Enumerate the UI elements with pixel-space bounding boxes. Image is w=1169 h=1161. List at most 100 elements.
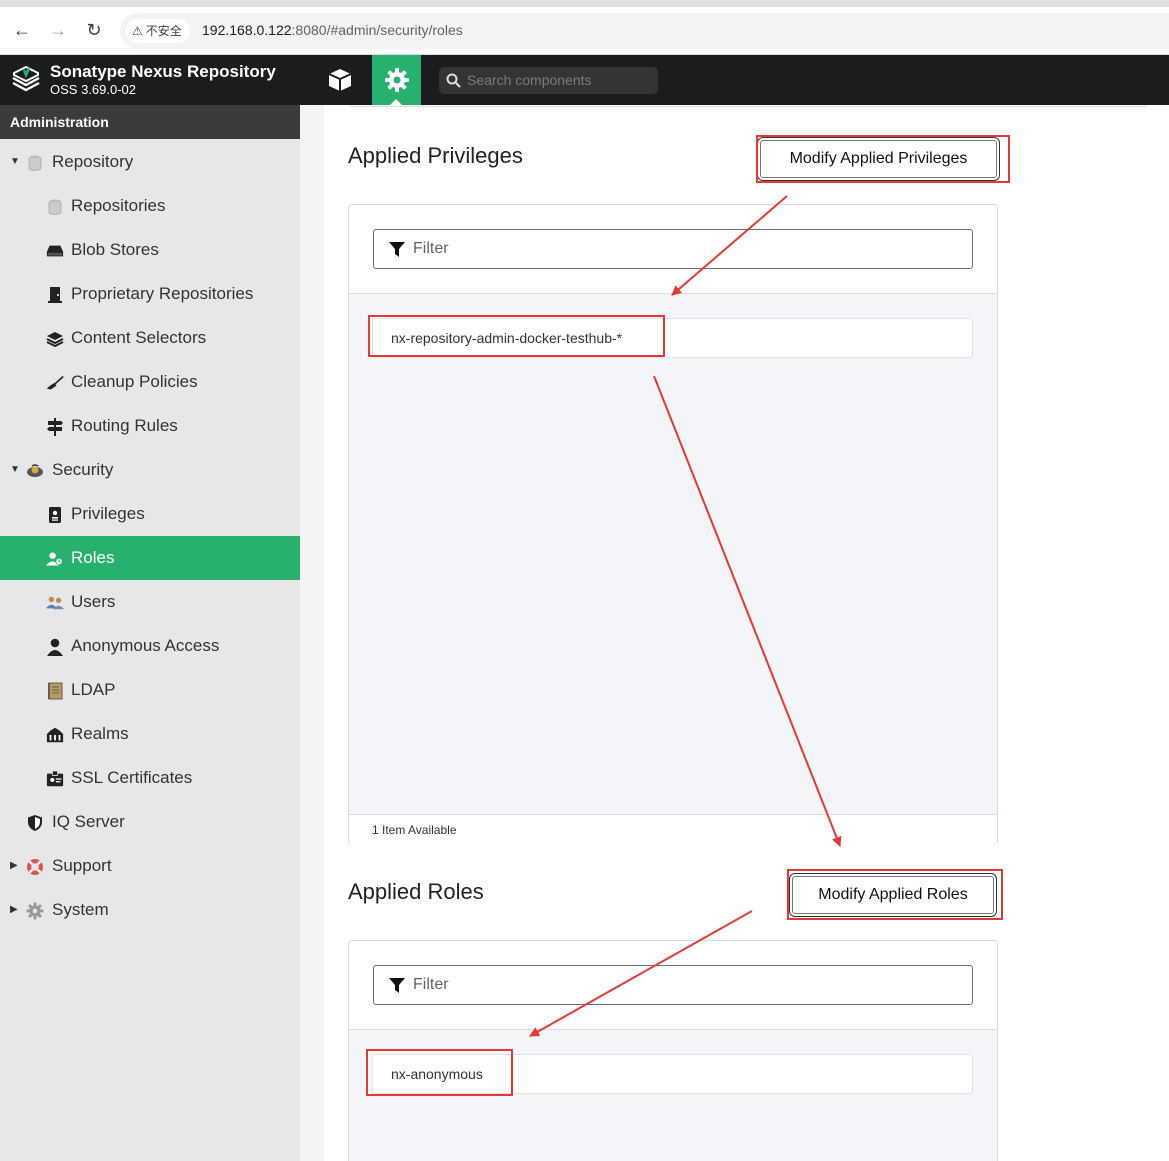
- sidebar-heading: Administration: [0, 105, 300, 139]
- filter-placeholder: Filter: [413, 976, 449, 993]
- sidebar-item-label: Roles: [71, 548, 115, 567]
- url-host: 192.168.0.122: [202, 22, 292, 38]
- gear-icon: [26, 902, 44, 920]
- roles-filter-input[interactable]: Filter: [373, 965, 973, 1005]
- database-icon: [46, 198, 64, 216]
- sidebar-item-roles[interactable]: Roles: [0, 536, 300, 580]
- sidebar-item-ssl-certificates[interactable]: SSL Certificates: [0, 756, 300, 800]
- user-icon: [46, 638, 64, 656]
- sidebar-item-privileges[interactable]: Privileges: [0, 492, 300, 536]
- sidebar-item-anonymous-access[interactable]: Anonymous Access: [0, 624, 300, 668]
- signpost-icon: [46, 418, 64, 436]
- privileges-panel: Filter nx-repository-admin-docker-testhu…: [348, 204, 998, 845]
- sidebar-item-repository[interactable]: ▼ Repository: [0, 140, 300, 184]
- sidebar-item-label: Repositories: [71, 196, 166, 215]
- users-icon: [46, 594, 64, 612]
- book-icon: [46, 682, 64, 700]
- roles-panel: Filter nx-anonymous: [348, 940, 998, 1161]
- privileges-item-count: 1 Item Available: [349, 814, 997, 845]
- sidebar-item-label: Proprietary Repositories: [71, 284, 254, 303]
- modify-applied-roles-button[interactable]: Modify Applied Roles: [792, 876, 994, 914]
- url-path: :8080/#admin/security/roles: [291, 22, 463, 38]
- sidebar-item-support[interactable]: ▶ Support: [0, 844, 300, 888]
- sidebar-item-label: Realms: [71, 724, 129, 743]
- sidebar-item-label: Users: [71, 592, 116, 611]
- filter-icon: [389, 242, 405, 257]
- sidebar-item-users[interactable]: Users: [0, 580, 300, 624]
- sidebar-item-routing-rules[interactable]: Routing Rules: [0, 404, 300, 448]
- address-bar[interactable]: ⚠ 不安全 192.168.0.122:8080/#admin/security/…: [120, 13, 1169, 49]
- filter-icon: [389, 978, 405, 993]
- brand-version: OSS 3.69.0-02: [50, 82, 136, 97]
- sidebar-item-label: System: [52, 900, 109, 919]
- screen: ← → ↻ ⚠ 不安全 192.168.0.122:8080/#admin/sec…: [0, 0, 1169, 1161]
- sidebar-item-label: Content Selectors: [71, 328, 207, 347]
- sidebar-item-ldap[interactable]: LDAP: [0, 668, 300, 712]
- sidebar-item-label: LDAP: [71, 680, 116, 699]
- privileges-filter-area: Filter: [349, 205, 997, 294]
- sidebar-item-label: Support: [52, 856, 112, 875]
- browse-cube-icon[interactable]: [322, 55, 358, 105]
- door-icon: [46, 286, 64, 304]
- user-roles-icon: [46, 550, 64, 568]
- url-text[interactable]: 192.168.0.122:8080/#admin/security/roles: [202, 22, 463, 38]
- privileges-filter-input[interactable]: Filter: [373, 229, 973, 269]
- security-label: 不安全: [145, 24, 182, 38]
- filter-placeholder: Filter: [413, 240, 449, 257]
- sidebar-item-label: Blob Stores: [71, 240, 159, 259]
- privileges-list: nx-repository-admin-docker-testhub-*: [349, 294, 997, 814]
- sidebar-item-label: Routing Rules: [71, 416, 178, 435]
- caret-right-icon[interactable]: ▶: [10, 844, 18, 888]
- hard-drive-icon: [46, 242, 64, 260]
- sidebar-item-label: Anonymous Access: [71, 636, 220, 655]
- sidebar-item-system[interactable]: ▶ System: [0, 888, 300, 932]
- previous-panel-edge: [350, 105, 1147, 107]
- reload-icon[interactable]: ↻: [82, 18, 106, 42]
- tab-strip-edge: [0, 0, 1169, 7]
- sidebar-item-label: Privileges: [71, 504, 145, 523]
- caret-right-icon[interactable]: ▶: [10, 888, 18, 932]
- search-components-input[interactable]: Search components: [439, 67, 658, 94]
- sidebar-item-content-selectors[interactable]: Content Selectors: [0, 316, 300, 360]
- forward-icon[interactable]: →: [46, 18, 70, 42]
- roles-list: nx-anonymous: [349, 1030, 997, 1161]
- database-icon: [26, 154, 44, 172]
- sidebar-item-cleanup-policies[interactable]: Cleanup Policies: [0, 360, 300, 404]
- sidebar-item-label: Repository: [52, 152, 134, 171]
- shield-icon: [26, 814, 44, 832]
- sidebar-item-label: Cleanup Policies: [71, 372, 198, 391]
- administration-gear-icon[interactable]: [372, 55, 421, 105]
- id-card-icon: [46, 506, 64, 524]
- sidebar-item-label: Security: [52, 460, 114, 479]
- applied-roles-title: Applied Roles: [348, 879, 484, 904]
- sonatype-logo-icon: [12, 65, 40, 92]
- search-icon: [446, 73, 461, 88]
- app-header: Sonatype Nexus Repository OSS 3.69.0-02: [0, 55, 1169, 105]
- security-chip[interactable]: ⚠ 不安全: [126, 19, 190, 43]
- brand-title: Sonatype Nexus Repository: [50, 62, 276, 81]
- sidebar-item-realms[interactable]: Realms: [0, 712, 300, 756]
- layers-icon: [46, 330, 64, 348]
- modify-applied-privileges-button[interactable]: Modify Applied Privileges: [760, 140, 997, 178]
- warning-icon: ⚠: [132, 24, 143, 38]
- sidebar-item-security[interactable]: ▼ Security: [0, 448, 300, 492]
- sidebar-item-iq-server[interactable]: IQ Server: [0, 800, 300, 844]
- realms-icon: [46, 726, 64, 744]
- badge-icon: [26, 462, 44, 480]
- sidebar-item-label: SSL Certificates: [71, 768, 193, 787]
- sidebar-item-blob-stores[interactable]: Blob Stores: [0, 228, 300, 272]
- lifebuoy-icon: [26, 858, 44, 876]
- caret-down-icon[interactable]: ▼: [10, 140, 20, 184]
- back-icon[interactable]: ←: [10, 18, 34, 42]
- list-item[interactable]: nx-anonymous: [372, 1054, 973, 1094]
- caret-down-icon[interactable]: ▼: [10, 448, 20, 492]
- browser-toolbar: ← → ↻ ⚠ 不安全 192.168.0.122:8080/#admin/sec…: [0, 0, 1169, 55]
- broom-icon: [46, 374, 64, 392]
- sidebar-item-label: IQ Server: [52, 812, 125, 831]
- search-placeholder: Search components: [467, 72, 592, 88]
- sidebar-gutter: [300, 105, 324, 1161]
- sidebar-item-repositories[interactable]: Repositories: [0, 184, 300, 228]
- sidebar-item-proprietary-repositories[interactable]: Proprietary Repositories: [0, 272, 300, 316]
- roles-filter-area: Filter: [349, 941, 997, 1030]
- list-item[interactable]: nx-repository-admin-docker-testhub-*: [372, 318, 973, 358]
